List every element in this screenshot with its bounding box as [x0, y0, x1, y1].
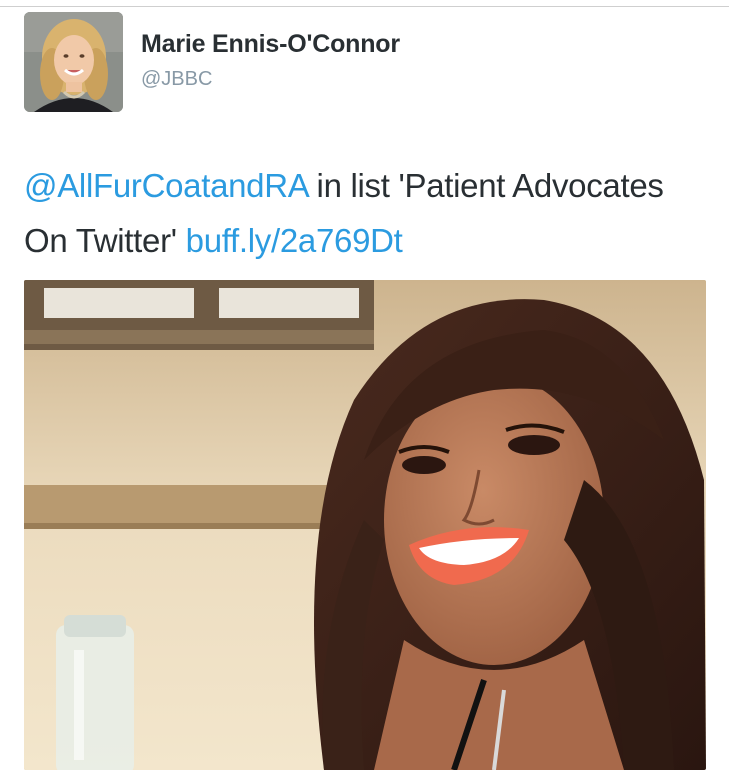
avatar[interactable] — [24, 12, 123, 112]
attached-photo-image — [24, 280, 706, 770]
url-link[interactable]: buff.ly/2a769Dt — [186, 222, 403, 259]
tweet-card[interactable]: Marie Ennis-O'Connor @JBBC @AllFurCoatan… — [0, 0, 729, 770]
avatar-image — [24, 12, 123, 112]
tweet-text: @AllFurCoatandRA in list 'Patient Advoca… — [24, 158, 714, 268]
attached-photo[interactable] — [24, 280, 706, 770]
author-handle[interactable]: @JBBC — [141, 68, 212, 91]
mention-link[interactable]: @AllFurCoatandRA — [24, 167, 308, 204]
author-name[interactable]: Marie Ennis-O'Connor — [141, 30, 400, 59]
